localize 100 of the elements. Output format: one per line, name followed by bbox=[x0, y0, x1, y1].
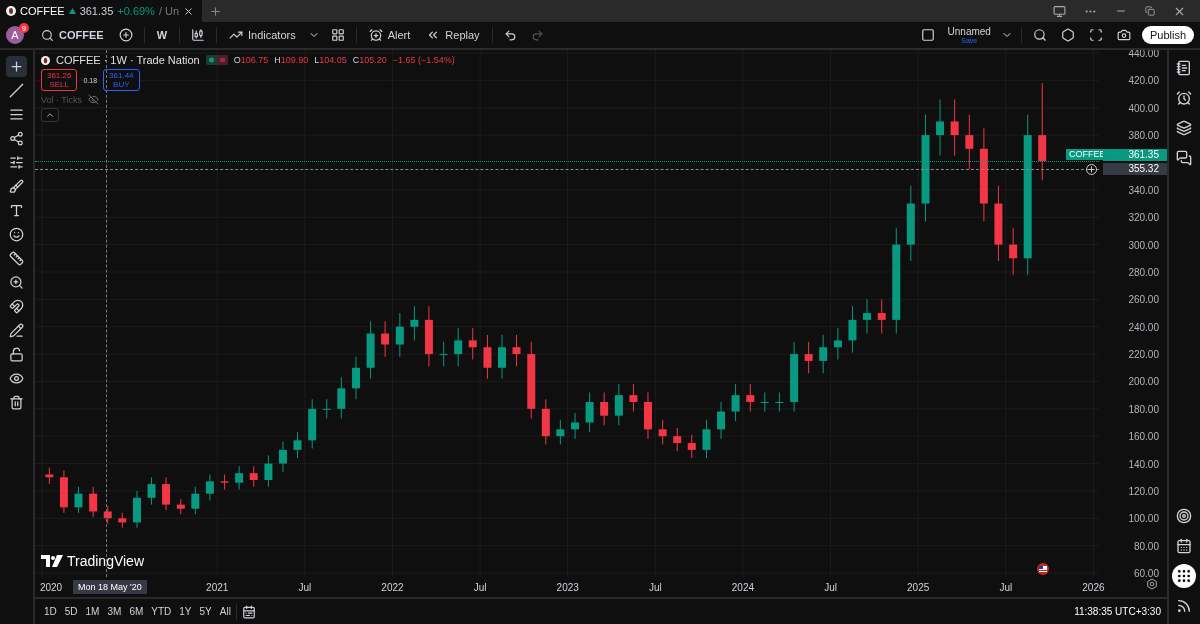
ohlc-value: 106.75 bbox=[240, 55, 269, 65]
candle bbox=[497, 334, 506, 380]
add-circle-icon[interactable] bbox=[1085, 163, 1097, 175]
candle bbox=[74, 486, 83, 514]
date-label: 2025 bbox=[907, 582, 930, 593]
volume-label: Vol · Ticks bbox=[40, 94, 82, 105]
range-button[interactable]: 6M bbox=[126, 604, 147, 619]
smiley-icon bbox=[9, 227, 24, 242]
candle bbox=[395, 312, 404, 358]
calendar-icon bbox=[1176, 538, 1193, 554]
eye-off-icon bbox=[88, 94, 99, 106]
settings-icon[interactable] bbox=[1147, 578, 1157, 590]
indicators-button[interactable]: Indicators bbox=[225, 26, 300, 44]
alert-button[interactable]: Alert bbox=[364, 26, 415, 44]
candle bbox=[337, 376, 346, 419]
pencil-icon bbox=[9, 323, 24, 338]
range-button[interactable]: YTD bbox=[148, 604, 175, 619]
price-label: 300.00 bbox=[1128, 239, 1159, 251]
price-label: 60.00 bbox=[1133, 568, 1159, 580]
sell-button[interactable]: 361.26 SELL bbox=[40, 69, 78, 92]
candle bbox=[147, 476, 156, 506]
chart-tab[interactable]: COFFEE 361.35 +0.69% / Un bbox=[0, 0, 203, 22]
crosshair-tool[interactable] bbox=[6, 56, 27, 77]
range-button[interactable]: 1M bbox=[82, 604, 103, 619]
candle bbox=[176, 498, 185, 515]
candle bbox=[424, 305, 433, 367]
range-button[interactable]: 5Y bbox=[196, 604, 215, 619]
candle bbox=[249, 465, 258, 488]
candle bbox=[571, 412, 580, 440]
range-button[interactable]: 1D bbox=[40, 604, 60, 619]
ohlc-value: 104.05 bbox=[319, 55, 347, 65]
range-button[interactable]: All bbox=[216, 604, 234, 619]
price-label: 120.00 bbox=[1128, 485, 1159, 497]
symbol-search-button[interactable]: COFFEE bbox=[37, 26, 108, 44]
plus-circle-icon bbox=[118, 28, 133, 42]
candle bbox=[366, 320, 375, 380]
candle bbox=[585, 391, 594, 433]
candle bbox=[643, 391, 652, 440]
date-label: Jul bbox=[999, 582, 1013, 593]
candle bbox=[468, 327, 477, 361]
chat-icon bbox=[1176, 150, 1193, 166]
date-label: 2021 bbox=[206, 582, 229, 593]
range-button[interactable]: 5D bbox=[61, 604, 81, 619]
grid-button[interactable] bbox=[1172, 564, 1197, 588]
candle bbox=[293, 431, 302, 459]
candle bbox=[439, 341, 448, 367]
unlocked-icon bbox=[9, 347, 24, 362]
clock-text: 11:38:35 UTC+3:30 bbox=[1074, 606, 1161, 617]
candle bbox=[790, 341, 799, 413]
change-value: −1.65 (−1.54%) bbox=[392, 55, 455, 65]
date-label: 2026 bbox=[1082, 582, 1105, 593]
price-label: 380.00 bbox=[1128, 130, 1159, 142]
range-button[interactable]: 1Y bbox=[176, 604, 195, 619]
publish-button[interactable]: Publish bbox=[1141, 26, 1194, 44]
candle bbox=[59, 469, 68, 514]
price-label: 240.00 bbox=[1128, 321, 1159, 333]
close-icon bbox=[183, 5, 195, 17]
date-label: 2022 bbox=[381, 582, 404, 593]
redo-icon bbox=[530, 28, 544, 42]
chart-title: COFFEE · 1W · Trade Nation bbox=[55, 54, 200, 66]
replay-button[interactable]: Replay bbox=[422, 26, 484, 44]
candle bbox=[381, 320, 390, 358]
candle bbox=[965, 114, 974, 170]
candle bbox=[687, 434, 696, 459]
ohlc-label: C bbox=[352, 55, 360, 65]
candle bbox=[352, 356, 360, 400]
candle bbox=[162, 476, 171, 511]
zoom-in-icon bbox=[9, 275, 24, 290]
alarm-clock-icon bbox=[1176, 90, 1193, 106]
price-label: 160.00 bbox=[1128, 431, 1159, 443]
price-label: 280.00 bbox=[1128, 266, 1159, 278]
ohlc-label: L bbox=[314, 55, 320, 65]
candle bbox=[454, 327, 463, 367]
candle bbox=[629, 383, 638, 413]
price-label: 220.00 bbox=[1128, 349, 1159, 361]
candle bbox=[541, 398, 550, 445]
camera-icon bbox=[1116, 28, 1131, 42]
grid-icon bbox=[330, 28, 345, 42]
calendar-icon bbox=[241, 604, 256, 619]
search-icon bbox=[1032, 28, 1047, 42]
price-label: 440.00 bbox=[1128, 50, 1159, 59]
candle bbox=[103, 505, 112, 525]
candle bbox=[278, 441, 287, 473]
candle bbox=[191, 486, 200, 515]
alarm-clock-icon bbox=[368, 28, 383, 42]
candle bbox=[950, 99, 959, 157]
range-button[interactable]: 3M bbox=[104, 604, 125, 619]
interval-button[interactable]: W bbox=[152, 27, 171, 43]
ohlc-label: H bbox=[274, 55, 281, 65]
coffee-bean-icon bbox=[6, 6, 16, 16]
square-icon bbox=[920, 28, 935, 42]
candle bbox=[556, 419, 565, 445]
plus-icon bbox=[209, 4, 223, 18]
feed-icon bbox=[1176, 598, 1193, 614]
trend-line-icon bbox=[9, 83, 24, 98]
candle bbox=[833, 327, 842, 361]
buy-button[interactable]: 361.44 BUY bbox=[103, 69, 140, 92]
undo-icon bbox=[503, 28, 517, 42]
ohlc-label: O bbox=[233, 55, 241, 65]
eye-icon bbox=[9, 371, 24, 386]
